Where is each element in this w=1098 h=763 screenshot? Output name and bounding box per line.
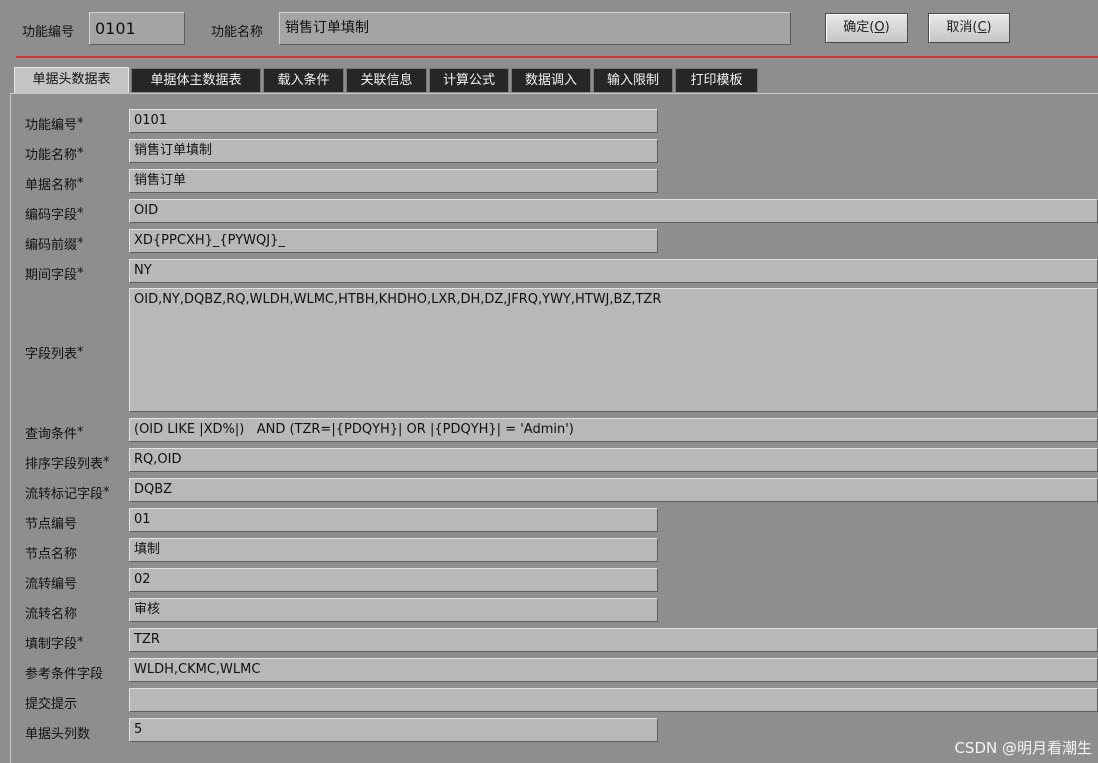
doc-name-row-text: 单据名称: [25, 178, 78, 193]
fill-field-row-label: 填制字段*: [25, 633, 84, 652]
tab-related-info[interactable]: 关联信息: [346, 68, 427, 92]
node-code-row-label: 节点编号: [25, 517, 78, 532]
query-cond-row-text: 查询条件: [25, 427, 78, 442]
required-mark: *: [77, 236, 84, 251]
period-field-input[interactable]: NY: [129, 259, 1098, 283]
field-list-row-text: 字段列表: [25, 347, 78, 362]
cancel-button[interactable]: 取消(C): [928, 13, 1010, 43]
query-cond-input[interactable]: (OID LIKE |XD%|) AND (TZR=|{PDQYH}| OR |…: [129, 418, 1098, 442]
func-name-input[interactable]: 销售订单填制: [279, 12, 791, 45]
func-code-field[interactable]: 0101: [129, 109, 658, 133]
head-cols-row-label: 单据头列数: [25, 727, 91, 742]
flow-name-input[interactable]: 审核: [129, 598, 658, 622]
required-mark: *: [77, 635, 84, 650]
code-field-input[interactable]: OID: [129, 199, 1098, 223]
required-mark: *: [77, 345, 84, 360]
flow-flag-row-text: 流转标记字段: [25, 487, 104, 502]
watermark-text: CSDN @明月看潮生: [954, 739, 1092, 757]
ok-button-close: ): [884, 20, 890, 35]
required-mark: *: [103, 485, 110, 500]
required-mark: *: [77, 176, 84, 191]
top-toolbar: 功能编号 0101 功能名称 销售订单填制 确定(O) 取消(C): [0, 0, 1098, 56]
sort-fields-row-text: 排序字段列表: [25, 457, 104, 472]
required-mark: *: [77, 425, 84, 440]
ref-cond-row-label: 参考条件字段: [25, 667, 104, 682]
period-field-row-text: 期间字段: [25, 268, 78, 283]
code-prefix-row-label: 编码前缀*: [25, 234, 84, 253]
func-code-label: 功能编号: [22, 25, 75, 40]
func-name-label: 功能名称: [211, 25, 264, 40]
flow-flag-input[interactable]: DQBZ: [129, 478, 1098, 502]
tab-input-limits[interactable]: 输入限制: [593, 68, 673, 92]
doc-name-row-label: 单据名称*: [25, 174, 84, 193]
tab-formulas[interactable]: 计算公式: [429, 68, 509, 92]
flow-flag-row-label: 流转标记字段*: [25, 483, 110, 502]
required-mark: *: [77, 266, 84, 281]
sort-fields-input[interactable]: RQ,OID: [129, 448, 1098, 472]
cancel-button-accel: C: [977, 20, 987, 35]
node-name-row-label: 节点名称: [25, 547, 78, 562]
code-prefix-row-text: 编码前缀: [25, 238, 78, 253]
submit-hint-row-label: 提交提示: [25, 697, 78, 712]
flow-code-input[interactable]: 02: [129, 568, 658, 592]
ref-cond-input[interactable]: WLDH,CKMC,WLMC: [129, 658, 1098, 682]
flow-code-row-label: 流转编号: [25, 577, 78, 592]
code-field-row-text: 编码字段: [25, 208, 78, 223]
tab-doc-body-main-table[interactable]: 单据体主数据表: [131, 68, 261, 92]
node-name-input[interactable]: 填制: [129, 538, 658, 562]
flow-name-row-label: 流转名称: [25, 607, 78, 622]
func-code-row-label: 功能编号*: [25, 114, 84, 133]
ok-button[interactable]: 确定(O): [825, 13, 908, 43]
func-name-field[interactable]: 销售订单填制: [129, 139, 658, 163]
fill-field-row-text: 填制字段: [25, 637, 78, 652]
func-code-row-text: 功能编号: [25, 118, 78, 133]
query-cond-row-label: 查询条件*: [25, 423, 84, 442]
node-code-input[interactable]: 01: [129, 508, 658, 532]
submit-hint-input[interactable]: [129, 688, 1098, 712]
field-list-row-label: 字段列表*: [25, 343, 84, 362]
fill-field-input[interactable]: TZR: [129, 628, 1098, 652]
required-mark: *: [77, 146, 84, 161]
sort-fields-row-label: 排序字段列表*: [25, 453, 110, 472]
doc-name-field[interactable]: 销售订单: [129, 169, 658, 193]
period-field-row-label: 期间字段*: [25, 264, 84, 283]
func-name-row-label: 功能名称*: [25, 144, 84, 163]
code-prefix-input[interactable]: XD{PPCXH}_{PYWQJ}_: [129, 229, 658, 253]
cancel-button-label: 取消(: [946, 20, 978, 35]
func-code-input[interactable]: 0101: [89, 12, 185, 45]
tab-load-conditions[interactable]: 载入条件: [263, 68, 344, 92]
ok-button-accel: O: [874, 20, 885, 35]
required-mark: *: [77, 206, 84, 221]
required-mark: *: [77, 116, 84, 131]
tab-print-template[interactable]: 打印模板: [675, 68, 758, 92]
accent-divider: [16, 56, 1098, 58]
func-name-row-text: 功能名称: [25, 148, 78, 163]
field-list-textarea[interactable]: OID,NY,DQBZ,RQ,WLDH,WLMC,HTBH,KHDHO,LXR,…: [129, 288, 1098, 412]
cancel-button-close: ): [986, 20, 992, 35]
head-cols-input[interactable]: 5: [129, 718, 658, 742]
tab-data-import[interactable]: 数据调入: [511, 68, 591, 92]
tab-doc-header-table[interactable]: 单据头数据表: [14, 67, 129, 94]
code-field-row-label: 编码字段*: [25, 204, 84, 223]
required-mark: *: [103, 455, 110, 470]
ok-button-label: 确定(: [843, 20, 875, 35]
